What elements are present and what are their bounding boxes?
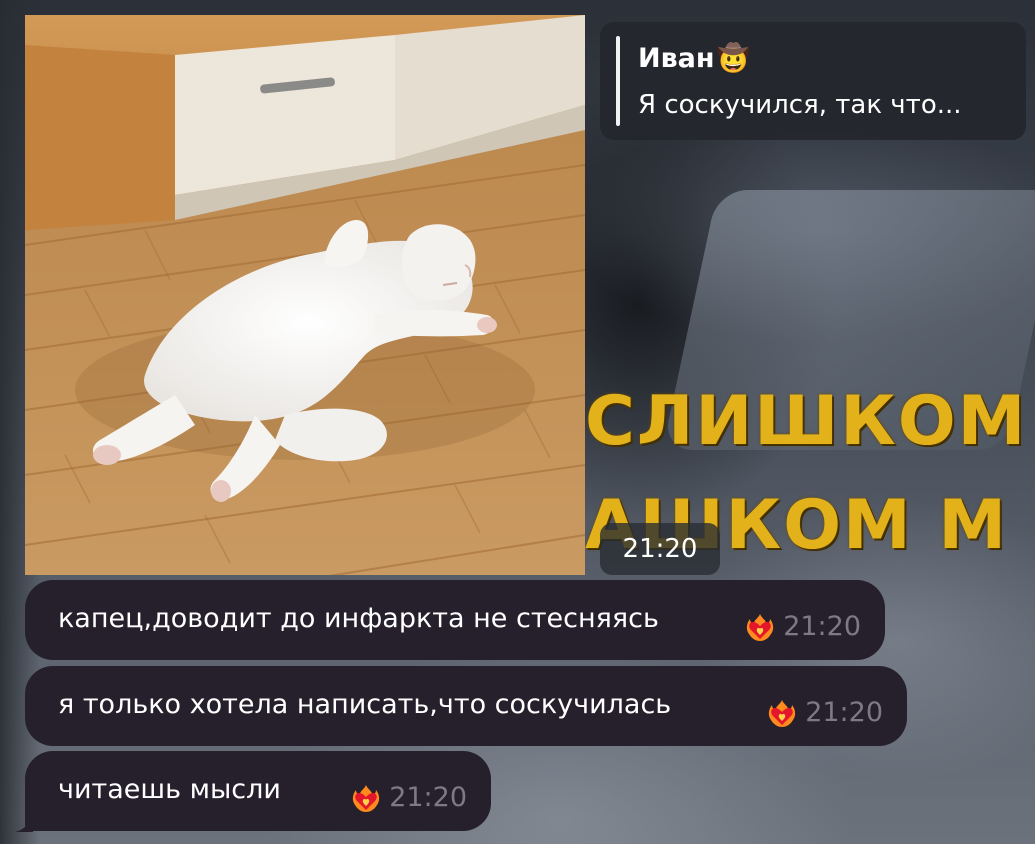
cat-photo (25, 15, 585, 575)
heart-on-fire-icon[interactable] (765, 696, 799, 730)
message-text: я только хотела написать,что соскучилась (58, 689, 672, 720)
reply-accent-bar (616, 36, 620, 126)
message-meta: 21:20 (349, 781, 467, 815)
message-bubble[interactable]: я только хотела написать,что соскучилась… (25, 666, 907, 746)
reply-text: Я соскучился, так что... (638, 90, 962, 120)
message-text: капец,доводит до инфаркта не стесняясь (58, 603, 659, 634)
cowboy-emoji-icon: 🤠 (716, 43, 751, 74)
message-bubble[interactable]: капец,доводит до инфаркта не стесняясь 2… (25, 580, 885, 660)
reply-author-name: Иван (638, 43, 715, 74)
message-meta: 21:20 (765, 696, 883, 730)
message-timestamp: 21:20 (783, 611, 861, 642)
message-timestamp: 21:20 (389, 782, 467, 813)
bubble-tail (15, 818, 33, 832)
reply-quote[interactable]: Иван🤠 Я соскучился, так что... (600, 22, 1026, 140)
message-meta: 21:20 (743, 610, 861, 644)
photo-timestamp: 21:20 (600, 523, 720, 575)
message-bubble[interactable]: читаешь мысли 21:20 (25, 751, 491, 831)
heart-on-fire-icon[interactable] (743, 610, 777, 644)
photo-message[interactable] (25, 15, 585, 575)
heart-on-fire-icon[interactable] (349, 781, 383, 815)
message-timestamp: 21:20 (805, 697, 883, 728)
reply-author: Иван🤠 (638, 42, 750, 76)
message-text: читаешь мысли (58, 774, 281, 805)
wallpaper-subtitle-line-1: СЛИШКОМ М (585, 388, 1035, 456)
